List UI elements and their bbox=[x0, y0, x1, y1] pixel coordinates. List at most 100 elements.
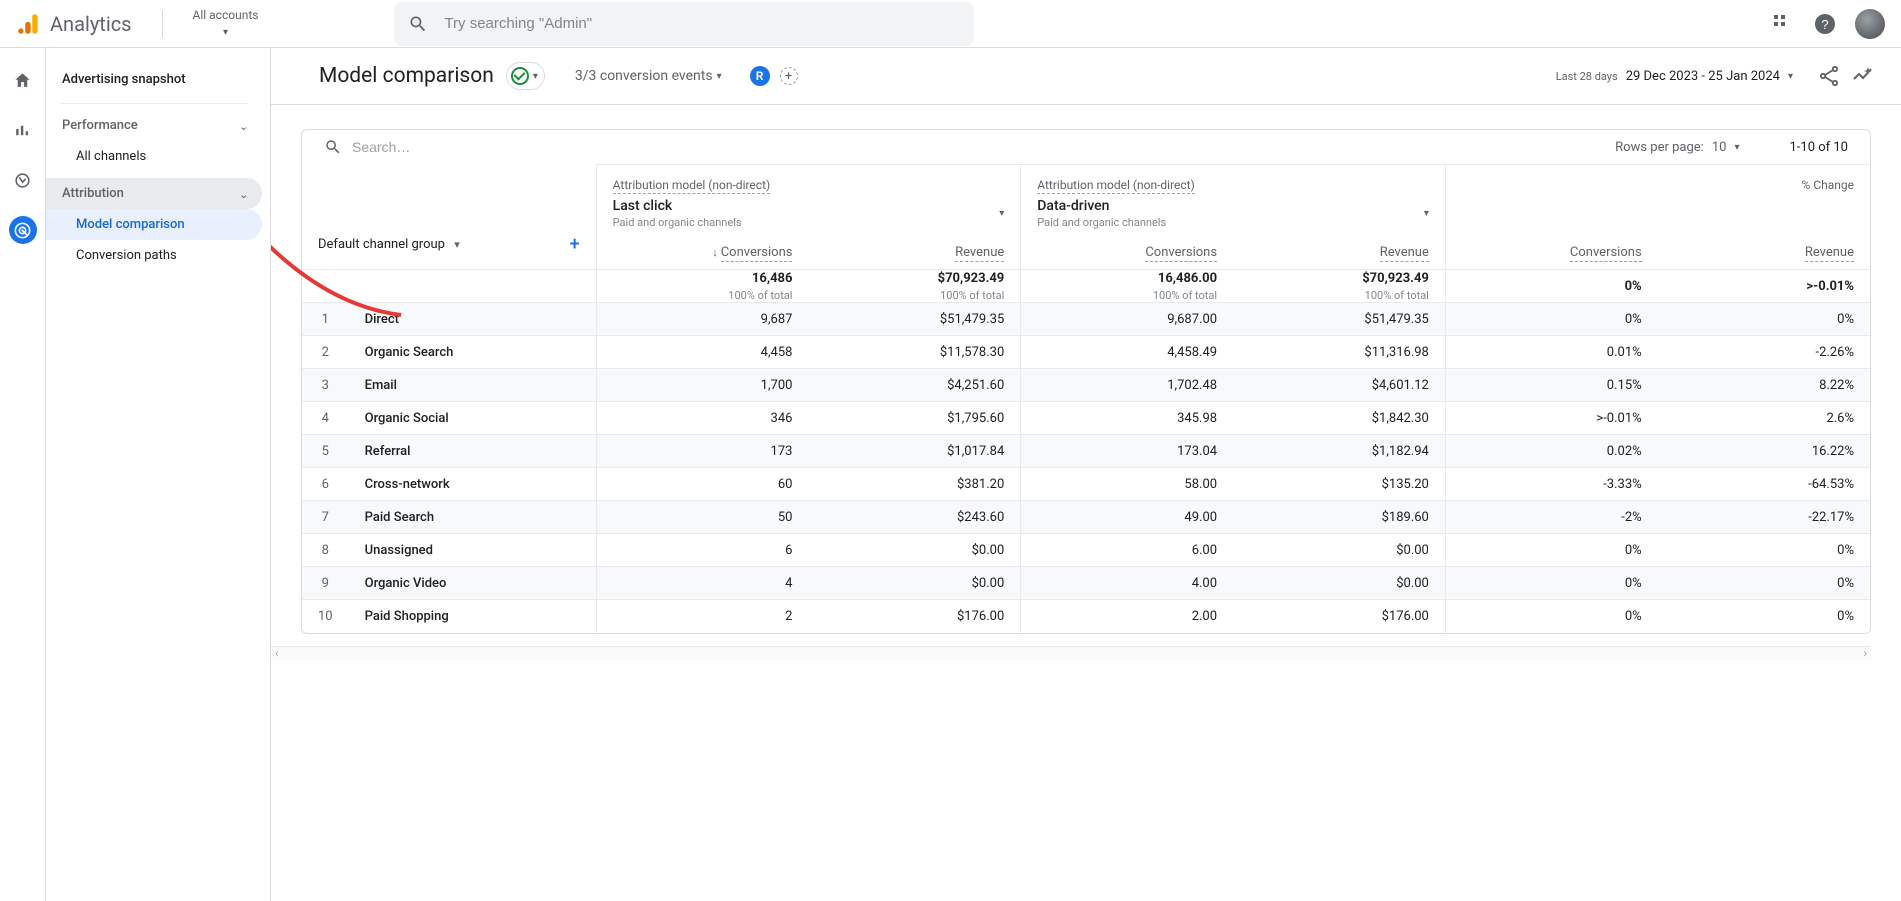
sidebar-section-attribution[interactable]: Attribution ⌃ bbox=[46, 178, 262, 209]
share-icon[interactable] bbox=[1817, 64, 1841, 88]
date-range-picker[interactable]: Last 28 days 29 Dec 2023 - 25 Jan 2024 ▾ bbox=[1556, 69, 1793, 84]
table-row[interactable]: 9Organic Video4$0.004.00$0.000%0% bbox=[302, 567, 1870, 600]
row-pct-conv: 0% bbox=[1445, 303, 1657, 336]
avatar[interactable] bbox=[1855, 9, 1885, 39]
row-conv-2: 58.00 bbox=[1021, 468, 1233, 501]
caret-down-icon: ▾ bbox=[999, 208, 1004, 219]
model-picker-1[interactable]: Last click Paid and organic channels ▾ bbox=[596, 198, 1021, 237]
caret-down-icon: ▾ bbox=[454, 238, 460, 251]
scroll-right-icon[interactable]: › bbox=[1859, 646, 1871, 660]
row-channel: Paid Search bbox=[349, 501, 597, 534]
table-row[interactable]: 4Organic Social346$1,795.60345.98$1,842.… bbox=[302, 402, 1870, 435]
row-channel: Unassigned bbox=[349, 534, 597, 567]
dimension-picker[interactable]: Default channel group ▾ + bbox=[318, 234, 580, 255]
row-rev-1: $176.00 bbox=[808, 600, 1020, 633]
table-row[interactable]: 6Cross-network60$381.2058.00$135.20-3.33… bbox=[302, 468, 1870, 501]
page-title: Model comparison bbox=[319, 64, 494, 88]
rail-home[interactable] bbox=[9, 66, 37, 94]
row-pct-conv: 0.01% bbox=[1445, 336, 1657, 369]
row-conv-1: 9,687 bbox=[596, 303, 808, 336]
sidebar-section-performance[interactable]: Performance ⌃ bbox=[46, 110, 262, 141]
row-conv-1: 4,458 bbox=[596, 336, 808, 369]
sidebar-snapshot[interactable]: Advertising snapshot bbox=[46, 62, 262, 97]
sidebar-item-conversion-paths[interactable]: Conversion paths bbox=[46, 240, 262, 271]
row-channel: Email bbox=[349, 369, 597, 402]
row-index: 3 bbox=[302, 369, 349, 402]
row-conv-2: 4,458.49 bbox=[1021, 336, 1233, 369]
row-rev-2: $11,316.98 bbox=[1233, 336, 1445, 369]
sidebar-item-all-channels[interactable]: All channels bbox=[46, 141, 262, 172]
col-conversions-2[interactable]: Conversions bbox=[1021, 237, 1233, 270]
row-rev-1: $243.60 bbox=[808, 501, 1020, 534]
rows-per-page[interactable]: Rows per page: 10 ▾ bbox=[1615, 140, 1739, 155]
table-search[interactable] bbox=[324, 138, 1603, 156]
row-channel: Referral bbox=[349, 435, 597, 468]
row-rev-2: $4,601.12 bbox=[1233, 369, 1445, 402]
row-pct-rev: 0% bbox=[1658, 303, 1870, 336]
table-row[interactable]: 5Referral173$1,017.84173.04$1,182.940.02… bbox=[302, 435, 1870, 468]
row-conv-2: 49.00 bbox=[1021, 501, 1233, 534]
conversion-events-picker[interactable]: 3/3 conversion events ▾ bbox=[575, 68, 722, 84]
table-row[interactable]: 8Unassigned6$0.006.00$0.000%0% bbox=[302, 534, 1870, 567]
topbar: Analytics All accounts ▾ ? bbox=[0, 0, 1901, 48]
row-rev-1: $0.00 bbox=[808, 567, 1020, 600]
add-dimension-button[interactable]: + bbox=[570, 234, 580, 255]
row-rev-2: $51,479.35 bbox=[1233, 303, 1445, 336]
col-change-rev[interactable]: Revenue bbox=[1658, 237, 1870, 270]
global-search[interactable] bbox=[394, 2, 974, 46]
model-name: Last click bbox=[613, 198, 673, 214]
segment-badge[interactable]: R bbox=[750, 66, 770, 86]
row-pct-conv: 0% bbox=[1445, 600, 1657, 633]
row-pct-conv: 0% bbox=[1445, 534, 1657, 567]
date-range-value: 29 Dec 2023 - 25 Jan 2024 bbox=[1626, 69, 1780, 84]
rail-reports[interactable] bbox=[9, 116, 37, 144]
account-picker[interactable]: All accounts ▾ bbox=[193, 9, 259, 37]
rail-explore[interactable] bbox=[9, 166, 37, 194]
sidebar-item-model-comparison[interactable]: Model comparison bbox=[46, 209, 262, 240]
search-input[interactable] bbox=[442, 14, 960, 33]
nav-rail bbox=[0, 48, 46, 901]
table-row[interactable]: 1Direct9,687$51,479.359,687.00$51,479.35… bbox=[302, 303, 1870, 336]
row-conv-2: 2.00 bbox=[1021, 600, 1233, 633]
caret-down-icon: ▾ bbox=[193, 27, 259, 38]
row-index: 4 bbox=[302, 402, 349, 435]
col-conversions-1[interactable]: ↓Conversions bbox=[596, 237, 808, 270]
table-row[interactable]: 10Paid Shopping2$176.002.00$176.000%0% bbox=[302, 600, 1870, 633]
row-pct-rev: 2.6% bbox=[1658, 402, 1870, 435]
apps-icon[interactable] bbox=[1771, 12, 1795, 36]
horizontal-scrollbar[interactable]: ‹ › bbox=[271, 646, 1871, 660]
row-rev-2: $135.20 bbox=[1233, 468, 1445, 501]
row-index: 8 bbox=[302, 534, 349, 567]
table-row[interactable]: 7Paid Search50$243.6049.00$189.60-2%-22.… bbox=[302, 501, 1870, 534]
sidebar-section-label: Attribution bbox=[62, 186, 124, 201]
insights-icon[interactable] bbox=[1851, 64, 1875, 88]
help-icon[interactable]: ? bbox=[1813, 12, 1837, 36]
col-revenue-2[interactable]: Revenue bbox=[1233, 237, 1445, 270]
change-header-label: % Change bbox=[1802, 178, 1854, 192]
model-name: Data-driven bbox=[1037, 198, 1109, 214]
status-chip[interactable]: ▾ bbox=[506, 62, 545, 90]
rail-advertising[interactable] bbox=[9, 216, 37, 244]
table-search-input[interactable] bbox=[350, 138, 550, 156]
search-icon bbox=[408, 14, 428, 34]
col-revenue-1[interactable]: Revenue bbox=[808, 237, 1020, 270]
model-sub: Paid and organic channels bbox=[1037, 216, 1166, 229]
row-index: 10 bbox=[302, 600, 349, 633]
row-pct-conv: -3.33% bbox=[1445, 468, 1657, 501]
divider bbox=[162, 10, 163, 38]
row-rev-1: $51,479.35 bbox=[808, 303, 1020, 336]
model-picker-2[interactable]: Data-driven Paid and organic channels ▾ bbox=[1021, 198, 1446, 237]
totals-row: 16,486100% of total $70,923.49100% of to… bbox=[302, 270, 1870, 303]
caret-down-icon: ▾ bbox=[1788, 71, 1793, 82]
rows-label: Rows per page: bbox=[1615, 140, 1704, 155]
row-conv-1: 2 bbox=[596, 600, 808, 633]
row-channel: Organic Search bbox=[349, 336, 597, 369]
caret-down-icon: ▾ bbox=[533, 71, 538, 82]
row-rev-2: $1,842.30 bbox=[1233, 402, 1445, 435]
row-pct-conv: 0% bbox=[1445, 567, 1657, 600]
table-row[interactable]: 3Email1,700$4,251.601,702.48$4,601.120.1… bbox=[302, 369, 1870, 402]
table-row[interactable]: 2Organic Search4,458$11,578.304,458.49$1… bbox=[302, 336, 1870, 369]
add-segment-button[interactable]: + bbox=[780, 67, 798, 85]
col-change-conv[interactable]: Conversions bbox=[1445, 237, 1657, 270]
scroll-left-icon[interactable]: ‹ bbox=[271, 646, 283, 660]
